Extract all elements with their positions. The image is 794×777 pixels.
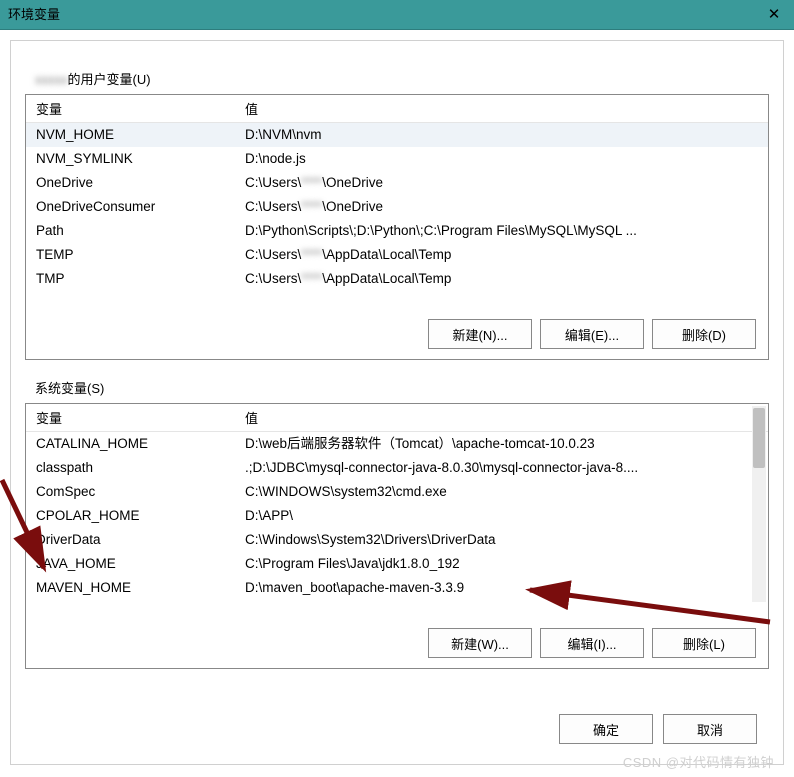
table-row[interactable]: DriverDataC:\Windows\System32\Drivers\Dr… bbox=[26, 528, 768, 552]
cell-value: D:\NVM\nvm bbox=[241, 123, 768, 147]
user-vars-table[interactable]: 变量 值 NVM_HOMED:\NVM\nvmNVM_SYMLINKD:\nod… bbox=[26, 95, 768, 295]
cell-variable: TMP bbox=[26, 267, 241, 291]
sys-new-button[interactable]: 新建(W)... bbox=[428, 628, 532, 658]
table-row[interactable]: MAVEN_HOMED:\maven_boot\apache-maven-3.3… bbox=[26, 576, 768, 600]
cell-value: 16 bbox=[241, 600, 768, 604]
cell-variable: TEMP bbox=[26, 243, 241, 267]
sys-section-label: 系统变量(S) bbox=[35, 378, 769, 397]
dialog-frame: xxxxx的用户变量(U) 变量 值 NVM_HOMED:\NVM\nvmNVM… bbox=[10, 40, 784, 765]
col-variable-header[interactable]: 变量 bbox=[26, 408, 241, 427]
cell-value: C:\Windows\System32\Drivers\DriverData bbox=[241, 528, 768, 552]
sys-delete-button[interactable]: 删除(L) bbox=[652, 628, 756, 658]
ok-button[interactable]: 确定 bbox=[559, 714, 653, 744]
table-row[interactable]: TMPC:\Users\****\AppData\Local\Temp bbox=[26, 267, 768, 291]
table-row[interactable]: OneDriveC:\Users\****\OneDrive bbox=[26, 171, 768, 195]
user-delete-button[interactable]: 删除(D) bbox=[652, 319, 756, 349]
cell-variable: CATALINA_HOME bbox=[26, 432, 241, 456]
table-row[interactable]: PathD:\Python\Scripts\;D:\Python\;C:\Pro… bbox=[26, 219, 768, 243]
col-variable-header[interactable]: 变量 bbox=[26, 99, 241, 118]
user-section-label: xxxxx的用户变量(U) bbox=[35, 69, 769, 88]
table-row[interactable]: classpath.;D:\JDBC\mysql-connector-java-… bbox=[26, 456, 768, 480]
blurred-username: xxxxx bbox=[35, 72, 68, 87]
table-row[interactable]: ComSpecC:\WINDOWS\system32\cmd.exe bbox=[26, 480, 768, 504]
cell-value: D:\APP\ bbox=[241, 504, 768, 528]
table-row[interactable]: OneDriveConsumerC:\Users\****\OneDrive bbox=[26, 195, 768, 219]
cell-variable: DriverData bbox=[26, 528, 241, 552]
user-vars-panel: 变量 值 NVM_HOMED:\NVM\nvmNVM_SYMLINKD:\nod… bbox=[25, 94, 769, 360]
cell-variable: JAVA_HOME bbox=[26, 552, 241, 576]
cell-variable: ComSpec bbox=[26, 480, 241, 504]
footer-buttons: 确定 取消 bbox=[559, 714, 757, 744]
cell-value: C:\Users\****\AppData\Local\Temp bbox=[241, 243, 768, 267]
sys-table-header: 变量 值 bbox=[26, 404, 768, 432]
table-row[interactable]: NVM_SYMLINKD:\node.js bbox=[26, 147, 768, 171]
cell-variable: CPOLAR_HOME bbox=[26, 504, 241, 528]
cell-variable: Path bbox=[26, 219, 241, 243]
table-row[interactable]: CATALINA_HOMED:\web后端服务器软件（Tomcat）\apach… bbox=[26, 432, 768, 456]
table-row[interactable]: JAVA_HOMEC:\Program Files\Java\jdk1.8.0_… bbox=[26, 552, 768, 576]
sys-edit-button[interactable]: 编辑(I)... bbox=[540, 628, 644, 658]
user-section-label-text: 的用户变量(U) bbox=[68, 72, 151, 87]
title-bar: 环境变量 ✕ bbox=[0, 0, 794, 30]
scrollbar-thumb[interactable] bbox=[753, 408, 765, 468]
cell-variable: classpath bbox=[26, 456, 241, 480]
cell-variable: OneDrive bbox=[26, 171, 241, 195]
user-button-row: 新建(N)... 编辑(E)... 删除(D) bbox=[428, 319, 756, 349]
cell-variable: NVM_SYMLINK bbox=[26, 147, 241, 171]
user-edit-button[interactable]: 编辑(E)... bbox=[540, 319, 644, 349]
col-value-header[interactable]: 值 bbox=[241, 99, 768, 118]
table-row[interactable]: NUMBER_OF_PROCESSORS16 bbox=[26, 600, 768, 604]
watermark: CSDN @对代码情有独钟 bbox=[623, 752, 774, 771]
col-value-header[interactable]: 值 bbox=[241, 408, 768, 427]
cell-value: C:\Users\****\OneDrive bbox=[241, 171, 768, 195]
cell-value: D:\maven_boot\apache-maven-3.3.9 bbox=[241, 576, 768, 600]
cell-variable: NVM_HOME bbox=[26, 123, 241, 147]
cell-value: C:\Users\****\OneDrive bbox=[241, 195, 768, 219]
cell-variable: NUMBER_OF_PROCESSORS bbox=[26, 600, 241, 604]
user-new-button[interactable]: 新建(N)... bbox=[428, 319, 532, 349]
table-row[interactable]: NVM_HOMED:\NVM\nvm bbox=[26, 123, 768, 147]
cell-value: D:\Python\Scripts\;D:\Python\;C:\Program… bbox=[241, 219, 768, 243]
cell-value: D:\node.js bbox=[241, 147, 768, 171]
user-table-header: 变量 值 bbox=[26, 95, 768, 123]
cancel-button[interactable]: 取消 bbox=[663, 714, 757, 744]
cell-value: .;D:\JDBC\mysql-connector-java-8.0.30\my… bbox=[241, 456, 768, 480]
scrollbar[interactable] bbox=[752, 406, 766, 602]
cell-value: D:\web后端服务器软件（Tomcat）\apache-tomcat-10.0… bbox=[241, 432, 768, 456]
window-title: 环境变量 bbox=[8, 0, 60, 30]
close-icon[interactable]: ✕ bbox=[762, 0, 786, 30]
cell-value: C:\WINDOWS\system32\cmd.exe bbox=[241, 480, 768, 504]
table-row[interactable]: CPOLAR_HOMED:\APP\ bbox=[26, 504, 768, 528]
cell-value: C:\Users\****\AppData\Local\Temp bbox=[241, 267, 768, 291]
sys-button-row: 新建(W)... 编辑(I)... 删除(L) bbox=[428, 628, 756, 658]
sys-vars-panel: 变量 值 CATALINA_HOMED:\web后端服务器软件（Tomcat）\… bbox=[25, 403, 769, 669]
sys-vars-table[interactable]: 变量 值 CATALINA_HOMED:\web后端服务器软件（Tomcat）\… bbox=[26, 404, 768, 604]
cell-variable: OneDriveConsumer bbox=[26, 195, 241, 219]
cell-value: C:\Program Files\Java\jdk1.8.0_192 bbox=[241, 552, 768, 576]
table-row[interactable]: TEMPC:\Users\****\AppData\Local\Temp bbox=[26, 243, 768, 267]
cell-variable: MAVEN_HOME bbox=[26, 576, 241, 600]
